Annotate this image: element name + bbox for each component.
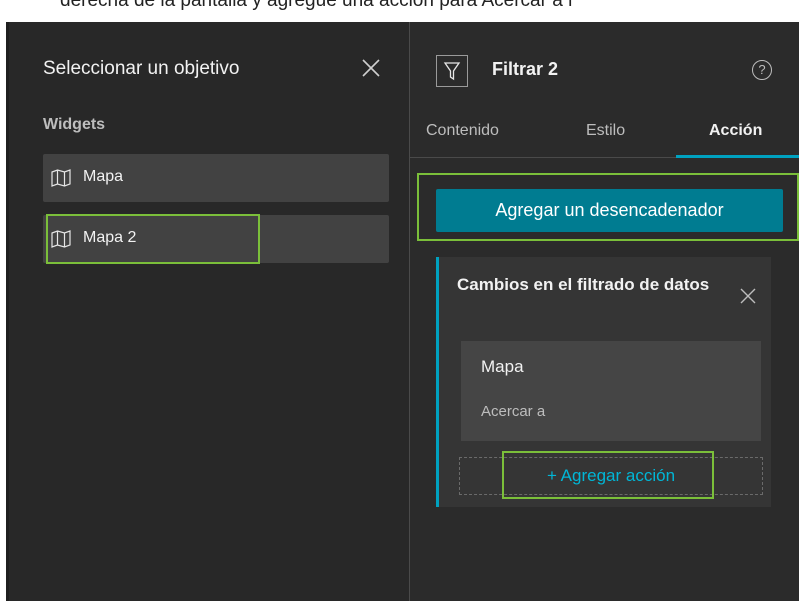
widget-item-label: Mapa [83, 168, 124, 185]
tab-accion[interactable]: Acción [709, 122, 762, 140]
action-item[interactable]: Mapa Acercar a [461, 341, 761, 441]
widget-item-mapa[interactable]: Mapa [43, 154, 389, 202]
help-icon[interactable]: ? [752, 60, 772, 80]
trigger-title: Cambios en el filtrado de datos [457, 275, 710, 294]
panel-title: Filtrar 2 [492, 59, 559, 79]
action-name-label: Acercar a [481, 403, 546, 420]
action-target-label: Mapa [481, 357, 524, 376]
tab-estilo[interactable]: Estilo [586, 122, 625, 140]
close-icon[interactable] [361, 58, 381, 78]
close-icon[interactable] [739, 287, 757, 305]
filter-icon [443, 62, 461, 81]
add-trigger-button[interactable]: Agregar un desencadenador [436, 189, 783, 232]
widget-item-label: Mapa 2 [83, 229, 137, 246]
panel-title: Seleccionar un objetivo [43, 58, 240, 79]
instruction-caption: derecha de la pantalla y agregue una acc… [0, 0, 799, 22]
map-icon [51, 169, 71, 187]
experience-builder-app: Seleccionar un objetivo Widgets Mapa Map… [6, 22, 799, 601]
tab-contenido[interactable]: Contenido [426, 122, 499, 140]
select-target-panel: Seleccionar un objetivo Widgets Mapa Map… [6, 22, 410, 601]
widget-item-mapa-2[interactable]: Mapa 2 [43, 215, 389, 263]
add-action-button[interactable]: + Agregar acción [459, 457, 763, 495]
map-icon [51, 230, 71, 248]
active-tab-indicator [676, 155, 799, 158]
settings-tabs: Contenido Estilo Acción [410, 118, 799, 158]
filter-icon-box [436, 55, 468, 87]
trigger-card: Cambios en el filtrado de datos Mapa Ace… [436, 257, 771, 507]
filter-settings-panel: Filtrar 2 ? Contenido Estilo Acción Agre… [410, 22, 799, 601]
widgets-section-label: Widgets [43, 116, 106, 133]
